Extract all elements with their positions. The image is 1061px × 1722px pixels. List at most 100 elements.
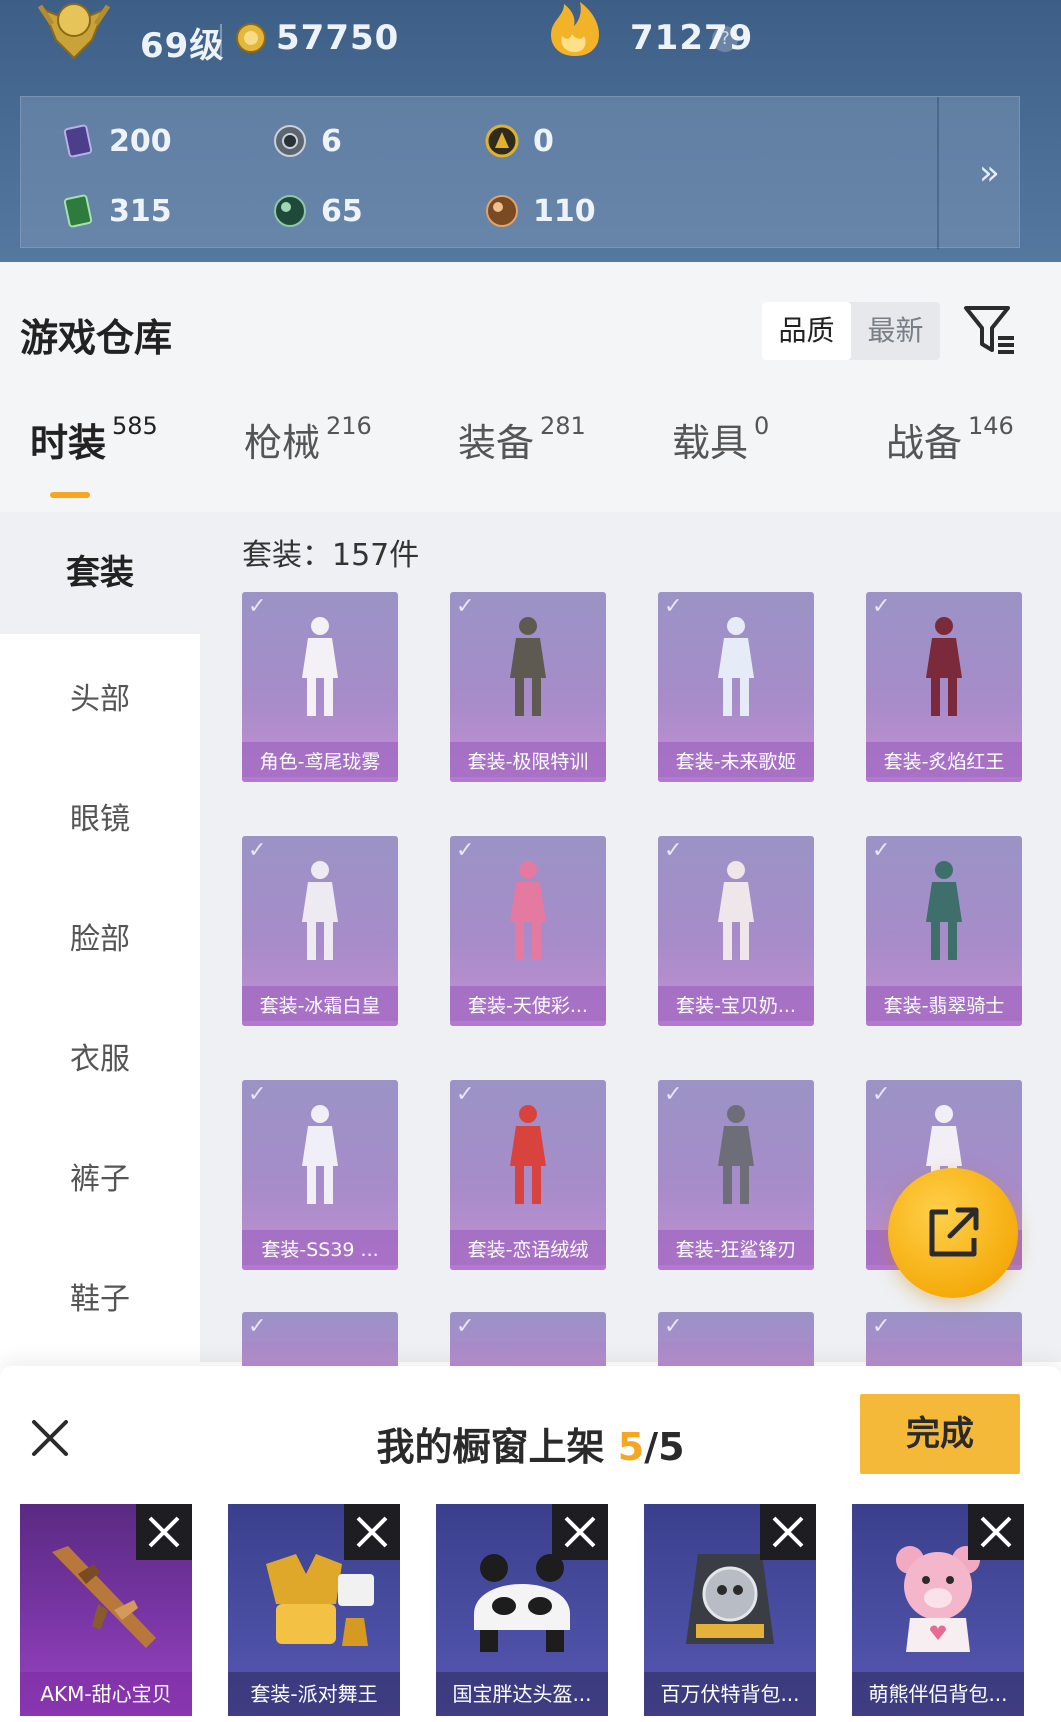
item-label: 套装-翡翠骑士 [866, 986, 1022, 1026]
resource-value: 0 [533, 123, 554, 159]
item-card-partial[interactable]: ✓ [450, 1312, 606, 1372]
remove-slot-button[interactable] [968, 1504, 1024, 1560]
showcase-title-text: 我的橱窗上架 [376, 1425, 605, 1469]
owned-check-icon: ✓ [872, 1314, 891, 1339]
outfit-figure-icon [926, 617, 962, 716]
owned-check-icon: ✓ [248, 1314, 267, 1339]
item-card[interactable]: ✓ 套装-极限特训 [450, 592, 606, 782]
resource-item: 315 [61, 191, 172, 231]
item-card-partial[interactable]: ✓ [866, 1312, 1022, 1372]
owned-check-icon: ✓ [248, 594, 267, 619]
outfit-figure-icon [718, 617, 754, 716]
tab-count: 585 [112, 412, 158, 440]
owned-check-icon: ✓ [664, 1082, 683, 1107]
remove-slot-button[interactable] [552, 1504, 608, 1560]
sidebar-item-shoes[interactable]: 鞋子 [0, 1270, 200, 1330]
resource-value: 6 [321, 123, 342, 159]
help-icon[interactable]: ? [712, 26, 738, 52]
showcase-slot[interactable]: AKM-甜心宝贝 [20, 1504, 192, 1716]
share-button[interactable] [888, 1168, 1018, 1298]
tab-label: 枪械 [244, 421, 321, 465]
showcase-slot[interactable]: 套装-派对舞王 [228, 1504, 400, 1716]
item-label: 套装-极限特训 [450, 742, 606, 782]
item-card[interactable]: ✓ 套装-天使彩... [450, 836, 606, 1026]
tab-guns[interactable]: 枪械 216 [244, 412, 372, 470]
slot-label: AKM-甜心宝贝 [20, 1672, 192, 1716]
done-button[interactable]: 完成 [860, 1394, 1020, 1474]
owned-check-icon: ✓ [664, 594, 683, 619]
tab-equipment[interactable]: 装备 281 [458, 412, 586, 470]
page-title: 游戏仓库 [20, 316, 173, 360]
slot-label: 萌熊伴侣背包... [852, 1672, 1024, 1716]
outfit-figure-icon [510, 861, 546, 960]
active-tab-indicator [50, 492, 90, 498]
owned-check-icon: ✓ [248, 1082, 267, 1107]
sidebar-item-face[interactable]: 脸部 [0, 910, 200, 970]
sidebar-item-clothes[interactable]: 衣服 [0, 1030, 200, 1090]
item-card[interactable]: ✓ 套装-未来歌姬 [658, 592, 814, 782]
filter-icon[interactable] [962, 302, 1018, 358]
item-card[interactable]: ✓ 套装-炙焰红王 [866, 592, 1022, 782]
sidebar-item-suits[interactable]: 套装 [0, 512, 200, 634]
medal-coin-icon [236, 23, 266, 53]
sidebar-item-glasses[interactable]: 眼镜 [0, 790, 200, 850]
outfit-figure-icon [302, 617, 338, 716]
item-card[interactable]: ✓ 套装-翡翠骑士 [866, 836, 1022, 1026]
item-label: 套装-狂鲨锋刃 [658, 1230, 814, 1270]
resource-separator [937, 97, 939, 249]
close-icon [772, 1516, 804, 1548]
item-label: 角色-鸢尾珑雾 [242, 742, 398, 782]
item-card[interactable]: ✓ 套装-恋语绒绒 [450, 1080, 606, 1270]
resource-item: 200 [61, 121, 172, 161]
sort-option-newest[interactable]: 最新 [851, 302, 940, 360]
item-card[interactable]: ✓ 套装-冰霜白皇 [242, 836, 398, 1026]
owned-check-icon: ✓ [872, 1082, 891, 1107]
item-label: 套装-天使彩... [450, 986, 606, 1026]
showcase-total-count: /5 [644, 1425, 685, 1469]
resource-item: 110 [485, 191, 596, 231]
resource-panel[interactable]: 200 6 0 315 65 110 » [20, 96, 1020, 249]
outfit-figure-icon [718, 861, 754, 960]
item-label: 套装-未来歌姬 [658, 742, 814, 782]
tab-fashion[interactable]: 时装 585 [30, 412, 158, 470]
tab-vehicles[interactable]: 载具 0 [672, 412, 769, 470]
sort-toggle[interactable]: 品质 最新 [762, 302, 940, 360]
showcase-slot[interactable]: 国宝胖达头盔... [436, 1504, 608, 1716]
resource-value: 200 [109, 123, 172, 159]
outfit-figure-icon [510, 617, 546, 716]
owned-check-icon: ✓ [664, 838, 683, 863]
owned-check-icon: ✓ [248, 838, 267, 863]
outfit-figure-icon [718, 1105, 754, 1204]
item-label: 套装-恋语绒绒 [450, 1230, 606, 1270]
remove-slot-button[interactable] [136, 1504, 192, 1560]
sidebar-item-pants[interactable]: 裤子 [0, 1150, 200, 1210]
item-label: 套装-SS39 ... [242, 1230, 398, 1270]
item-card-partial[interactable]: ✓ [658, 1312, 814, 1372]
item-card-partial[interactable]: ✓ [242, 1312, 398, 1372]
item-label: 套装-冰霜白皇 [242, 986, 398, 1026]
showcase-slot[interactable]: 百万伏特背包... [644, 1504, 816, 1716]
rank-emblem-icon [37, 3, 111, 60]
showcase-slot[interactable]: 萌熊伴侣背包... [852, 1504, 1024, 1716]
remove-slot-button[interactable] [760, 1504, 816, 1560]
item-card[interactable]: ✓ 套装-SS39 ... [242, 1080, 398, 1270]
owned-check-icon: ✓ [456, 1082, 475, 1107]
item-card[interactable]: ✓ 套装-狂鲨锋刃 [658, 1080, 814, 1270]
item-card[interactable]: ✓ 角色-鸢尾珑雾 [242, 592, 398, 782]
profile-header: 69级 57750 71279 ? 200 6 0 315 65 110 » [0, 0, 1061, 262]
tab-tactical[interactable]: 战备 146 [886, 412, 1014, 470]
resource-item: 65 [273, 191, 363, 231]
resource-value: 110 [533, 193, 596, 229]
sub-category-sidebar: 套装 头部 眼镜 脸部 衣服 裤子 鞋子 [0, 512, 200, 1362]
resource-value: 315 [109, 193, 172, 229]
sidebar-item-head[interactable]: 头部 [0, 670, 200, 730]
tab-label: 载具 [672, 421, 749, 465]
sort-option-quality[interactable]: 品质 [762, 302, 851, 360]
showcase-current-count: 5 [617, 1425, 645, 1469]
silver-coin-icon [274, 125, 306, 157]
item-card[interactable]: ✓ 套装-宝贝奶... [658, 836, 814, 1026]
expand-arrow-icon[interactable]: » [979, 153, 1000, 193]
remove-slot-button[interactable] [344, 1504, 400, 1560]
tab-count: 216 [326, 412, 372, 440]
card-icon [63, 124, 93, 158]
